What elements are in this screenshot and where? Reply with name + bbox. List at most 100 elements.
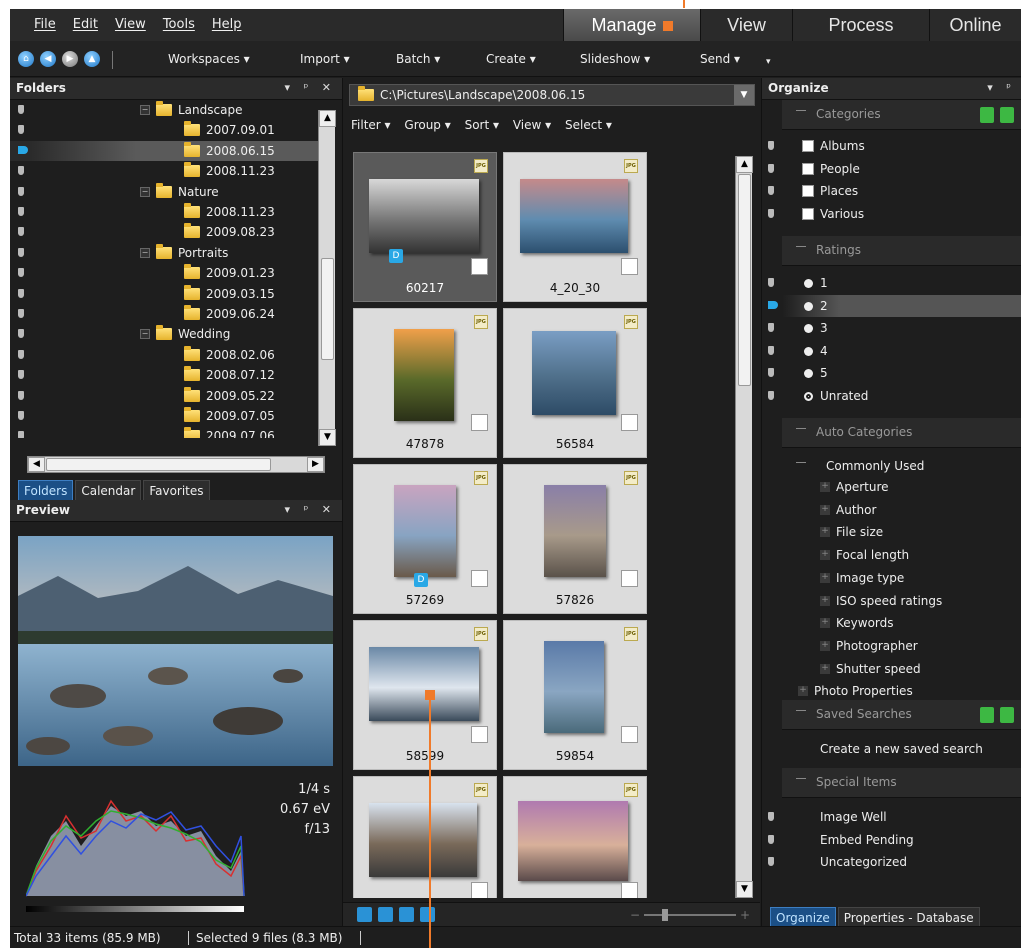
create-menu[interactable]: Create ▾ (486, 52, 536, 66)
home-icon[interactable]: ⌂ (18, 51, 34, 67)
rating-item[interactable]: Unrated (762, 385, 1021, 407)
pin-icon[interactable] (18, 268, 24, 278)
thumbnail-item[interactable]: JPG 59854 (503, 620, 647, 770)
folder-item[interactable]: 2009.01.23 (10, 263, 325, 283)
tab-favorites[interactable]: Favorites (143, 480, 210, 502)
section-ratings[interactable]: Ratings (782, 236, 1021, 266)
add-icon[interactable] (980, 107, 994, 123)
thumbnail-item[interactable]: JPG 4_20_30 (503, 152, 647, 302)
tab-properties-database[interactable]: Properties - Database (837, 907, 980, 926)
browser-scroll-up[interactable]: ▲ (736, 156, 753, 173)
expand-icon[interactable]: + (820, 663, 830, 674)
tab-calendar[interactable]: Calendar (75, 480, 142, 502)
category-checkbox[interactable] (802, 207, 814, 220)
toolbar-overflow[interactable]: ▾ (766, 57, 771, 67)
scroll-up-arrow[interactable]: ▲ (319, 110, 336, 127)
collapse-icon[interactable] (796, 110, 806, 111)
current-folder-marker-icon[interactable] (18, 145, 28, 154)
folder-item[interactable]: 2009.03.15 (10, 284, 325, 304)
pin-icon[interactable] (18, 166, 24, 176)
pin-icon[interactable] (18, 329, 24, 339)
section-saved[interactable]: Saved Searches (782, 700, 1021, 730)
group-menu[interactable]: Group ▾ (404, 118, 450, 132)
special-item[interactable]: Uncategorized (762, 851, 1021, 873)
folders-panel-controls[interactable]: ▾ ᵖ ✕ (285, 81, 336, 94)
expand-icon[interactable]: + (820, 572, 830, 583)
path-bar[interactable]: C:\Pictures\Landscape\2008.06.15 ▼ (349, 84, 755, 106)
browser-scrollbar[interactable]: ▲ ▼ (735, 156, 753, 898)
folder-group[interactable]: − Portraits (10, 243, 325, 263)
pin-icon[interactable] (768, 163, 774, 173)
forward-icon[interactable]: ▶ (62, 51, 78, 67)
expand-icon[interactable]: + (820, 482, 830, 492)
auto-category-item[interactable]: + Image type (762, 567, 1021, 589)
pin-icon[interactable] (18, 390, 24, 400)
thumbnail-item[interactable]: JPG (353, 776, 497, 898)
fullscreen-icon[interactable] (357, 907, 372, 922)
section-auto[interactable]: Auto Categories (782, 418, 1021, 448)
new-item-icon[interactable] (1000, 107, 1014, 123)
category-checkbox[interactable] (802, 162, 814, 175)
thumbnail-item[interactable]: JPG 56584 (503, 308, 647, 458)
menu-help[interactable]: Help (212, 17, 242, 32)
mode-manage[interactable]: Manage (563, 9, 700, 41)
section-special[interactable]: Special Items (782, 768, 1021, 798)
pin-icon[interactable] (18, 186, 24, 196)
auto-category-item[interactable]: + Aperture (762, 476, 1021, 498)
organize-panel-controls[interactable]: ▾ ᵖ (987, 81, 1016, 94)
collapse-icon[interactable]: − (140, 329, 150, 340)
menu-tools[interactable]: Tools (163, 17, 195, 32)
folder-item[interactable]: 2009.06.24 (10, 304, 325, 324)
category-item[interactable]: Various (762, 203, 1021, 225)
thumbnail-checkbox[interactable] (471, 726, 488, 743)
photo-properties-item[interactable]: + Photo Properties (762, 680, 1021, 702)
auto-category-item[interactable]: + Focal length (762, 544, 1021, 566)
folder-group[interactable]: − Landscape (10, 100, 325, 120)
mode-process[interactable]: Process (792, 9, 929, 41)
pin-icon[interactable] (768, 345, 774, 355)
folder-item[interactable]: 2009.08.23 (10, 222, 325, 242)
folder-item[interactable]: 2008.11.23 (10, 161, 325, 181)
scroll-right-arrow[interactable]: ▶ (307, 457, 324, 472)
category-item[interactable]: People (762, 158, 1021, 180)
expand-icon[interactable]: + (820, 595, 830, 606)
pin-icon[interactable] (18, 125, 24, 135)
special-item[interactable]: Image Well (762, 806, 1021, 828)
thumbnail-checkbox[interactable] (471, 570, 488, 587)
collapse-icon[interactable] (796, 778, 806, 779)
expand-icon[interactable]: + (820, 640, 830, 651)
rating-radio[interactable] (804, 279, 813, 288)
auto-category-item[interactable]: + File size (762, 521, 1021, 543)
pin-icon[interactable] (768, 812, 774, 821)
filter-menu[interactable]: Filter ▾ (351, 118, 391, 132)
special-item[interactable]: Embed Pending (762, 829, 1021, 851)
auto-category-item[interactable]: + Keywords (762, 612, 1021, 634)
browser-scroll-thumb[interactable] (738, 174, 751, 386)
workspaces-menu[interactable]: Workspaces ▾ (168, 52, 250, 66)
expand-icon[interactable]: + (820, 527, 830, 538)
rating-radio[interactable] (804, 324, 813, 334)
new-item-icon[interactable] (1000, 707, 1014, 723)
folder-tree-scrollbar[interactable]: ▲ ▼ (318, 110, 336, 446)
hscroll-thumb[interactable] (46, 458, 271, 471)
rating-item[interactable]: 2 (762, 294, 1021, 317)
browser-scroll-down[interactable]: ▼ (736, 881, 753, 898)
scroll-left-arrow[interactable]: ◀ (28, 457, 45, 472)
collapse-icon[interactable] (796, 428, 806, 429)
menu-file[interactable]: File (34, 17, 56, 32)
pin-icon[interactable] (768, 141, 774, 150)
pin-icon[interactable] (768, 186, 774, 196)
thumbnail-item[interactable]: JPG 47878 (353, 308, 497, 458)
import-menu[interactable]: Import ▾ (300, 52, 350, 66)
current-filter-marker-icon[interactable] (768, 300, 778, 309)
pin-icon[interactable] (18, 207, 24, 216)
rating-radio[interactable] (804, 392, 813, 401)
thumbnail-item[interactable]: JPG D 60217 (353, 152, 497, 302)
send-menu[interactable]: Send ▾ (700, 52, 740, 66)
pin-icon[interactable] (18, 349, 24, 359)
folder-item[interactable]: 2008.11.23 (10, 202, 325, 222)
rating-item[interactable]: 1 (762, 272, 1021, 294)
expand-icon[interactable]: + (820, 504, 830, 515)
collapse-icon[interactable] (796, 710, 806, 711)
thumbnail-checkbox[interactable] (471, 882, 488, 898)
